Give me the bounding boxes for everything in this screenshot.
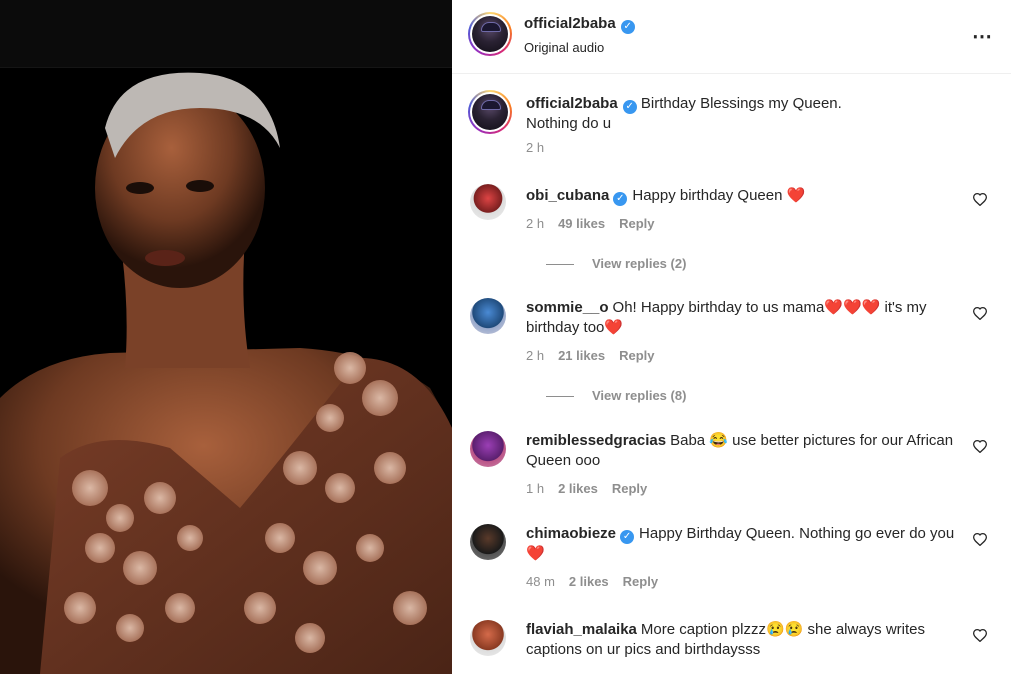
- caption-line2: Nothing do u: [526, 115, 612, 132]
- view-replies-button[interactable]: View replies (8): [546, 388, 686, 403]
- reply-button[interactable]: Reply: [619, 216, 654, 231]
- comment-likes[interactable]: 2 likes: [558, 481, 598, 496]
- verified-badge-icon: ✓: [620, 530, 635, 544]
- comment-text: remiblessedgracias Baba 😂 use better pict…: [526, 431, 956, 471]
- heart-emoji: ❤️: [604, 319, 624, 336]
- caption-line1: Birthday Blessings my Queen.: [640, 95, 842, 112]
- audio-label[interactable]: Original audio: [524, 40, 635, 55]
- like-heart-icon[interactable]: [972, 192, 988, 206]
- comment-meta: 1 h 2 likes Reply: [526, 481, 661, 496]
- verified-badge-icon: ✓: [613, 192, 628, 206]
- heart-emoji: ❤️❤️❤️: [824, 299, 881, 316]
- caption-username[interactable]: official2baba: [526, 95, 618, 112]
- comment-body: Happy birthday Queen: [632, 187, 787, 204]
- commenter-username[interactable]: flaviah_malaika: [526, 621, 637, 638]
- comment-likes[interactable]: 2 likes: [569, 574, 609, 589]
- author-username[interactable]: official2baba: [524, 15, 616, 32]
- heart-emoji: ❤️: [526, 545, 545, 562]
- view-replies-button[interactable]: View replies (2): [546, 256, 686, 271]
- like-heart-icon[interactable]: [972, 306, 988, 320]
- comment-meta: 2 h 21 likes Reply: [526, 348, 668, 363]
- commenter-avatar[interactable]: [470, 620, 506, 656]
- like-heart-icon[interactable]: [972, 628, 988, 642]
- like-heart-icon[interactable]: [972, 532, 988, 546]
- comment-text: flaviah_malaika More caption plzzz😢😢 she …: [526, 620, 956, 660]
- caption-time[interactable]: 2 h: [526, 140, 544, 155]
- author-avatar[interactable]: [468, 12, 512, 56]
- comment-text: chimaobieze ✓ Happy Birthday Queen. Nothin…: [526, 524, 956, 564]
- commenter-username[interactable]: remiblessedgracias: [526, 432, 666, 449]
- comment-time[interactable]: 48 m: [526, 574, 555, 589]
- post-image[interactable]: [0, 0, 452, 674]
- image-top-bar: [0, 0, 452, 68]
- more-options-icon[interactable]: ⋯: [972, 24, 993, 49]
- caption-avatar[interactable]: [468, 90, 512, 134]
- comments-panel: official2baba ✓ Original audio ⋯ official…: [452, 0, 1011, 674]
- commenter-username[interactable]: obi_cubana: [526, 187, 609, 204]
- commenter-avatar[interactable]: [470, 431, 506, 467]
- commenter-avatar[interactable]: [470, 298, 506, 334]
- comment-text: obi_cubana ✓ Happy birthday Queen ❤️: [526, 186, 956, 206]
- like-heart-icon[interactable]: [972, 439, 988, 453]
- commenter-avatar[interactable]: [470, 524, 506, 560]
- heart-emoji: ❤️: [786, 187, 806, 204]
- portrait-illustration: [0, 68, 452, 674]
- comment-body: Oh! Happy birthday to us mama: [612, 299, 825, 316]
- comment-likes[interactable]: 21 likes: [558, 348, 605, 363]
- comment-time[interactable]: 2 h: [526, 348, 544, 363]
- comment-time[interactable]: 2 h: [526, 216, 544, 231]
- author-info: official2baba ✓ Original audio: [524, 15, 635, 55]
- reply-button[interactable]: Reply: [612, 481, 647, 496]
- caption-text: official2baba ✓ Birthday Blessings my Que…: [526, 94, 986, 134]
- comment-time[interactable]: 1 h: [526, 481, 544, 496]
- verified-badge-icon: ✓: [622, 100, 637, 114]
- reply-button[interactable]: Reply: [623, 574, 658, 589]
- commenter-avatar[interactable]: [470, 184, 506, 220]
- comment-meta: 2 h 49 likes Reply: [526, 216, 668, 231]
- reply-button[interactable]: Reply: [619, 348, 654, 363]
- instagram-post-view: official2baba ✓ Original audio ⋯ official…: [0, 0, 1011, 674]
- comment-text: sommie__o Oh! Happy birthday to us mama❤️…: [526, 298, 956, 338]
- commenter-username[interactable]: sommie__o: [526, 299, 609, 316]
- comment-body: Happy Birthday Queen. Nothing go ever do…: [639, 525, 955, 542]
- comment-meta: 48 m 2 likes Reply: [526, 574, 672, 589]
- comment-likes[interactable]: 49 likes: [558, 216, 605, 231]
- post-header: official2baba ✓ Original audio ⋯: [452, 0, 1011, 74]
- verified-badge-icon: ✓: [620, 20, 635, 34]
- commenter-username[interactable]: chimaobieze: [526, 525, 616, 542]
